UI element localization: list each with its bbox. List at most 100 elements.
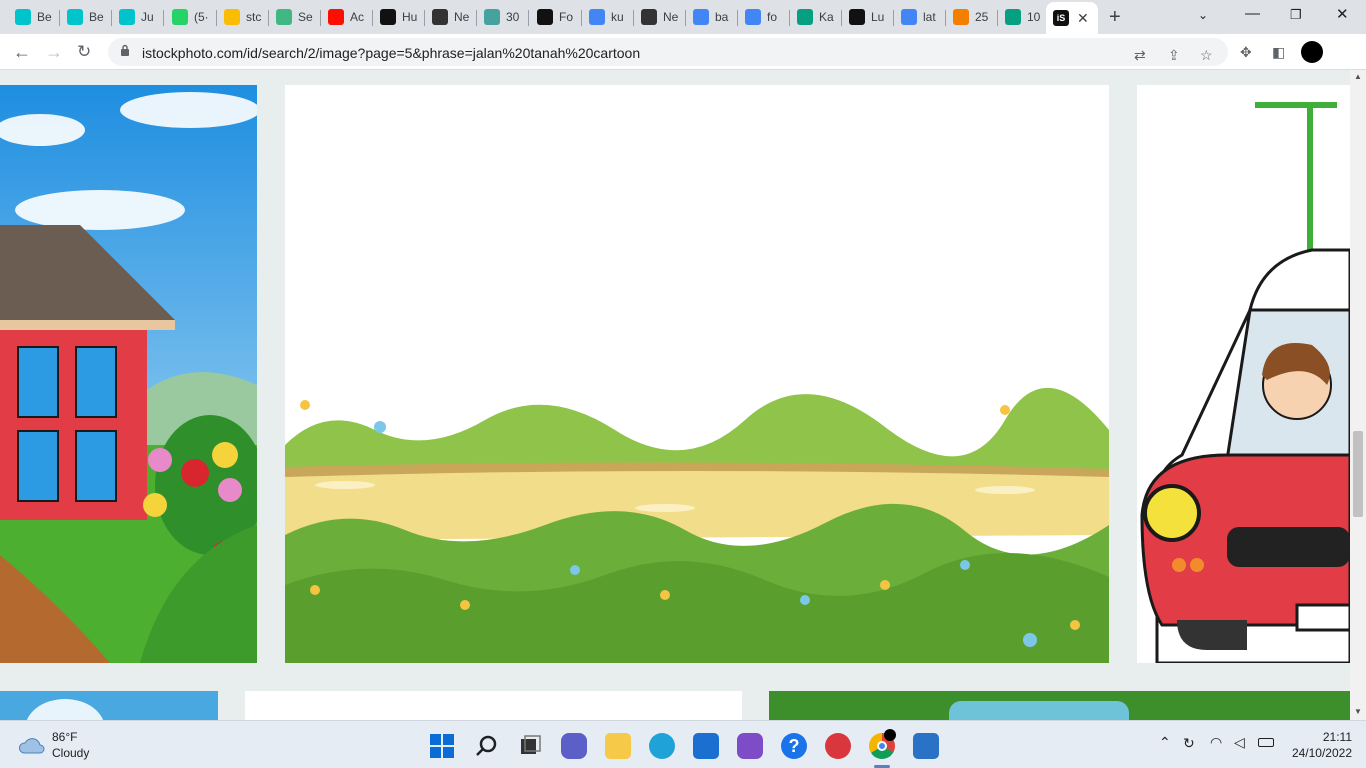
show-hidden-icons[interactable]: ⌃ bbox=[1159, 734, 1171, 751]
close-window-button[interactable]: ✕ bbox=[1336, 5, 1349, 23]
extensions-icon[interactable]: ✥ bbox=[1240, 44, 1256, 60]
scrollbar-thumb[interactable] bbox=[1353, 431, 1363, 517]
tab-label: Lu bbox=[871, 10, 885, 24]
close-tab-icon[interactable]: ✕ bbox=[1077, 10, 1089, 27]
minimize-button[interactable]: — bbox=[1245, 5, 1260, 22]
tab-label: fo bbox=[767, 10, 778, 24]
forward-button[interactable]: → bbox=[45, 42, 63, 63]
tab-16[interactable]: Lu bbox=[842, 4, 894, 30]
tab-separator bbox=[163, 10, 164, 26]
tab-label: stc bbox=[246, 10, 262, 24]
tab-label: Fo bbox=[559, 10, 574, 24]
chrome-profile-badge bbox=[884, 729, 896, 741]
tab-1[interactable]: Be bbox=[60, 4, 112, 30]
address-toolbar: ← → ↻ istockphoto.com/id/search/2/image?… bbox=[0, 34, 1366, 70]
result-image-dirt-road[interactable] bbox=[285, 85, 1109, 663]
tab-label: 30 bbox=[506, 10, 520, 24]
game-icon[interactable] bbox=[825, 733, 851, 759]
start-icon[interactable] bbox=[429, 733, 455, 759]
tab-13[interactable]: ba bbox=[686, 4, 738, 30]
restore-button[interactable]: ❐ bbox=[1290, 7, 1302, 23]
weather-description[interactable]: Cloudy bbox=[52, 746, 89, 760]
help-icon[interactable]: ? bbox=[781, 733, 807, 759]
tab-search-icon[interactable]: ⌄ bbox=[1198, 8, 1208, 22]
omnibox[interactable]: istockphoto.com/id/search/2/image?page=5… bbox=[108, 38, 1228, 66]
tab-label: Ne bbox=[454, 10, 470, 24]
new-tab-button[interactable]: + bbox=[1109, 6, 1121, 29]
tab-6[interactable]: Ac bbox=[321, 4, 373, 30]
share-icon[interactable]: ⇪ bbox=[1168, 47, 1184, 63]
task-view-icon[interactable] bbox=[517, 733, 543, 759]
tab-3[interactable]: (5· bbox=[165, 4, 217, 30]
tab-19[interactable]: 10 bbox=[998, 4, 1050, 30]
tab-7[interactable]: Hu bbox=[373, 4, 425, 30]
result-image-bottom-2[interactable] bbox=[245, 691, 742, 720]
tab-active[interactable]: iS ✕ bbox=[1046, 2, 1098, 34]
tab-label: Ka bbox=[819, 10, 834, 24]
result-image-house[interactable] bbox=[0, 85, 257, 663]
scroll-down-icon[interactable]: ▼ bbox=[1354, 707, 1362, 716]
battery-icon[interactable] bbox=[1258, 738, 1274, 747]
tab-4[interactable]: stc bbox=[217, 4, 269, 30]
url-text[interactable]: istockphoto.com/id/search/2/image?page=5… bbox=[142, 45, 640, 61]
windows-taskbar: 86°F Cloudy ? ⌃ ↻ ◠ ◁ 21:11 24/10/2022 bbox=[0, 720, 1366, 768]
tab-9[interactable]: 30 bbox=[477, 4, 529, 30]
result-image-bottom-1[interactable] bbox=[0, 691, 218, 720]
tab-17[interactable]: lat bbox=[894, 4, 946, 30]
tab-label: 10 bbox=[1027, 10, 1041, 24]
tab-label: ba bbox=[715, 10, 729, 24]
weather-temperature[interactable]: 86°F bbox=[52, 730, 77, 744]
github-icon bbox=[641, 9, 657, 25]
tab-8[interactable]: Ne bbox=[425, 4, 477, 30]
tab-label: 25 bbox=[975, 10, 989, 24]
tab-0[interactable]: Be bbox=[8, 4, 60, 30]
cloud-icon[interactable] bbox=[18, 735, 46, 755]
tab-label: (5· bbox=[194, 10, 209, 24]
istock-icon: iS bbox=[1053, 10, 1069, 26]
google-icon bbox=[901, 9, 917, 25]
tab-12[interactable]: Ne bbox=[634, 4, 686, 30]
tab-label: Be bbox=[89, 10, 104, 24]
result-image-car[interactable] bbox=[1137, 85, 1350, 663]
wifi-icon[interactable]: ◠ bbox=[1210, 734, 1222, 751]
edge-icon[interactable] bbox=[649, 733, 675, 759]
back-button[interactable]: ← bbox=[13, 42, 31, 63]
search-icon[interactable] bbox=[473, 733, 499, 759]
google-icon bbox=[745, 9, 761, 25]
sync-icon[interactable]: ↻ bbox=[1183, 735, 1195, 752]
app-icon[interactable] bbox=[737, 733, 763, 759]
istock-icon bbox=[537, 9, 553, 25]
google-icon bbox=[693, 9, 709, 25]
tab-10[interactable]: Fo bbox=[530, 4, 582, 30]
tab-11[interactable]: ku bbox=[582, 4, 634, 30]
tab-14[interactable]: fo bbox=[738, 4, 790, 30]
tab-5[interactable]: Se bbox=[269, 4, 321, 30]
clock-date[interactable]: 24/10/2022 bbox=[1280, 746, 1352, 760]
file-explorer-icon[interactable] bbox=[605, 733, 631, 759]
lock-icon[interactable] bbox=[120, 44, 130, 56]
blogger-icon bbox=[953, 9, 969, 25]
result-image-bottom-3[interactable] bbox=[769, 691, 1350, 720]
reload-button[interactable]: ↻ bbox=[77, 42, 91, 62]
translate-icon[interactable]: ⇄ bbox=[1134, 47, 1150, 63]
volume-icon[interactable]: ◁ bbox=[1234, 734, 1245, 751]
store-icon[interactable] bbox=[693, 733, 719, 759]
canva-icon bbox=[67, 9, 83, 25]
scroll-up-icon[interactable]: ▲ bbox=[1354, 72, 1362, 81]
clock-time[interactable]: 21:11 bbox=[1292, 730, 1352, 744]
page-scrollbar[interactable]: ▲ ▼ bbox=[1350, 70, 1366, 720]
tab-label: Ac bbox=[350, 10, 365, 24]
tab-18[interactable]: 25 bbox=[946, 4, 998, 30]
adobe-icon bbox=[328, 9, 344, 25]
bookmark-star-icon[interactable]: ☆ bbox=[1200, 47, 1216, 63]
tab-2[interactable]: Ju bbox=[112, 4, 164, 30]
tab-separator bbox=[528, 10, 529, 26]
tab-strip: Be Be Ju (5· stc Se Ac Hu Ne 30 Fo ku Ne ba fo Ka Lu lat 2… bbox=[0, 0, 1366, 34]
side-panel-icon[interactable]: ◧ bbox=[1272, 44, 1288, 60]
tab-15[interactable]: Ka bbox=[790, 4, 842, 30]
photos-icon[interactable] bbox=[913, 733, 939, 759]
tab-label: Be bbox=[37, 10, 52, 24]
tab-label: Se bbox=[298, 10, 313, 24]
teams-chat-icon[interactable] bbox=[561, 733, 587, 759]
profile-avatar[interactable] bbox=[1301, 41, 1323, 63]
